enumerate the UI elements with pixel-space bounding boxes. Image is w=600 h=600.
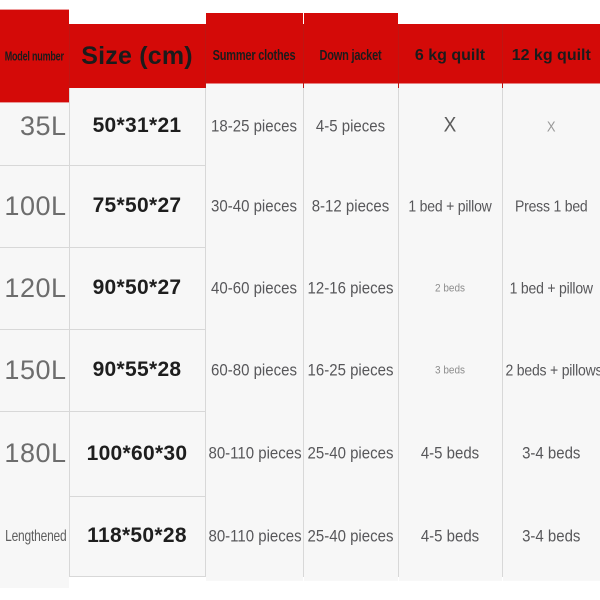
cell-model-number: 100L <box>0 165 70 248</box>
table-row: 100L 75*50*27 30-40 pieces 8-12 pieces 1… <box>0 160 600 253</box>
cell-size: 90*50*27 <box>69 247 206 330</box>
cell-model-number: 150L <box>0 329 70 412</box>
cell-6kg-quilt: 3 beds <box>398 324 503 417</box>
cell-size: 118*50*28 <box>69 496 206 577</box>
cell-6kg-quilt: 1 bed + pillow <box>398 160 503 253</box>
table-header: Model number Size (cm) Summer clothes Do… <box>0 9 600 103</box>
column-header-12kg-quilt: 12 kg quilt <box>502 24 600 88</box>
cell-size: 75*50*27 <box>69 165 206 248</box>
table-row: 150L 90*55*28 60-80 pieces 16-25 pieces … <box>0 324 600 417</box>
cell-down-jacket: 8-12 pieces <box>303 160 399 253</box>
cell-12kg-quilt: Press 1 bed <box>502 160 600 253</box>
cell-summer-clothes: 40-60 pieces <box>205 242 304 335</box>
cell-size: 90*55*28 <box>69 329 206 412</box>
column-header-size: Size (cm) <box>69 24 206 88</box>
table-body: 35L 50*31*21 18-25 pieces 4-5 pieces X X… <box>0 83 600 589</box>
cell-6kg-quilt: 4-5 beds <box>398 491 503 582</box>
column-header-6kg-quilt: 6 kg quilt <box>398 24 503 88</box>
cell-12kg-quilt: 1 bed + pillow <box>502 242 600 335</box>
cell-6kg-quilt: 4-5 beds <box>398 405 503 502</box>
column-header-model-number: Model number <box>0 9 70 103</box>
cell-down-jacket: 16-25 pieces <box>303 324 399 417</box>
header-row: Model number Size (cm) Summer clothes Do… <box>0 9 600 103</box>
table-row: 180L 100*60*30 80-110 pieces 25-40 piece… <box>0 405 600 502</box>
cell-size: 50*31*21 <box>69 88 206 166</box>
cell-12kg-quilt: 3-4 beds <box>502 491 600 582</box>
cell-summer-clothes: 60-80 pieces <box>205 324 304 417</box>
cell-down-jacket: 4-5 pieces <box>303 83 399 171</box>
cell-12kg-quilt: 2 beds + pillows <box>502 324 600 417</box>
cell-6kg-quilt: X <box>398 83 503 171</box>
cell-6kg-quilt: 2 beds <box>398 242 503 335</box>
cell-size: 100*60*30 <box>69 411 206 497</box>
cell-12kg-quilt: X <box>502 83 600 171</box>
cell-12kg-quilt: 3-4 beds <box>502 405 600 502</box>
cell-down-jacket: 25-40 pieces <box>303 491 399 582</box>
cell-summer-clothes: 18-25 pieces <box>205 83 304 171</box>
table-row: Lengthened 118*50*28 80-110 pieces 25-40… <box>0 484 600 589</box>
table-row: 120L 90*50*27 40-60 pieces 12-16 pieces … <box>0 242 600 335</box>
cell-summer-clothes: 80-110 pieces <box>205 491 304 582</box>
cell-down-jacket: 12-16 pieces <box>303 242 399 335</box>
cell-model-number: 120L <box>0 247 70 330</box>
size-chart-root: Model number Size (cm) Summer clothes Do… <box>0 0 600 600</box>
cell-summer-clothes: 80-110 pieces <box>205 405 304 502</box>
cell-summer-clothes: 30-40 pieces <box>205 160 304 253</box>
table-row: 35L 50*31*21 18-25 pieces 4-5 pieces X X <box>0 83 600 171</box>
cell-model-number: Lengthened <box>0 484 70 589</box>
cell-down-jacket: 25-40 pieces <box>303 405 399 502</box>
size-chart-table: Model number Size (cm) Summer clothes Do… <box>0 9 600 589</box>
